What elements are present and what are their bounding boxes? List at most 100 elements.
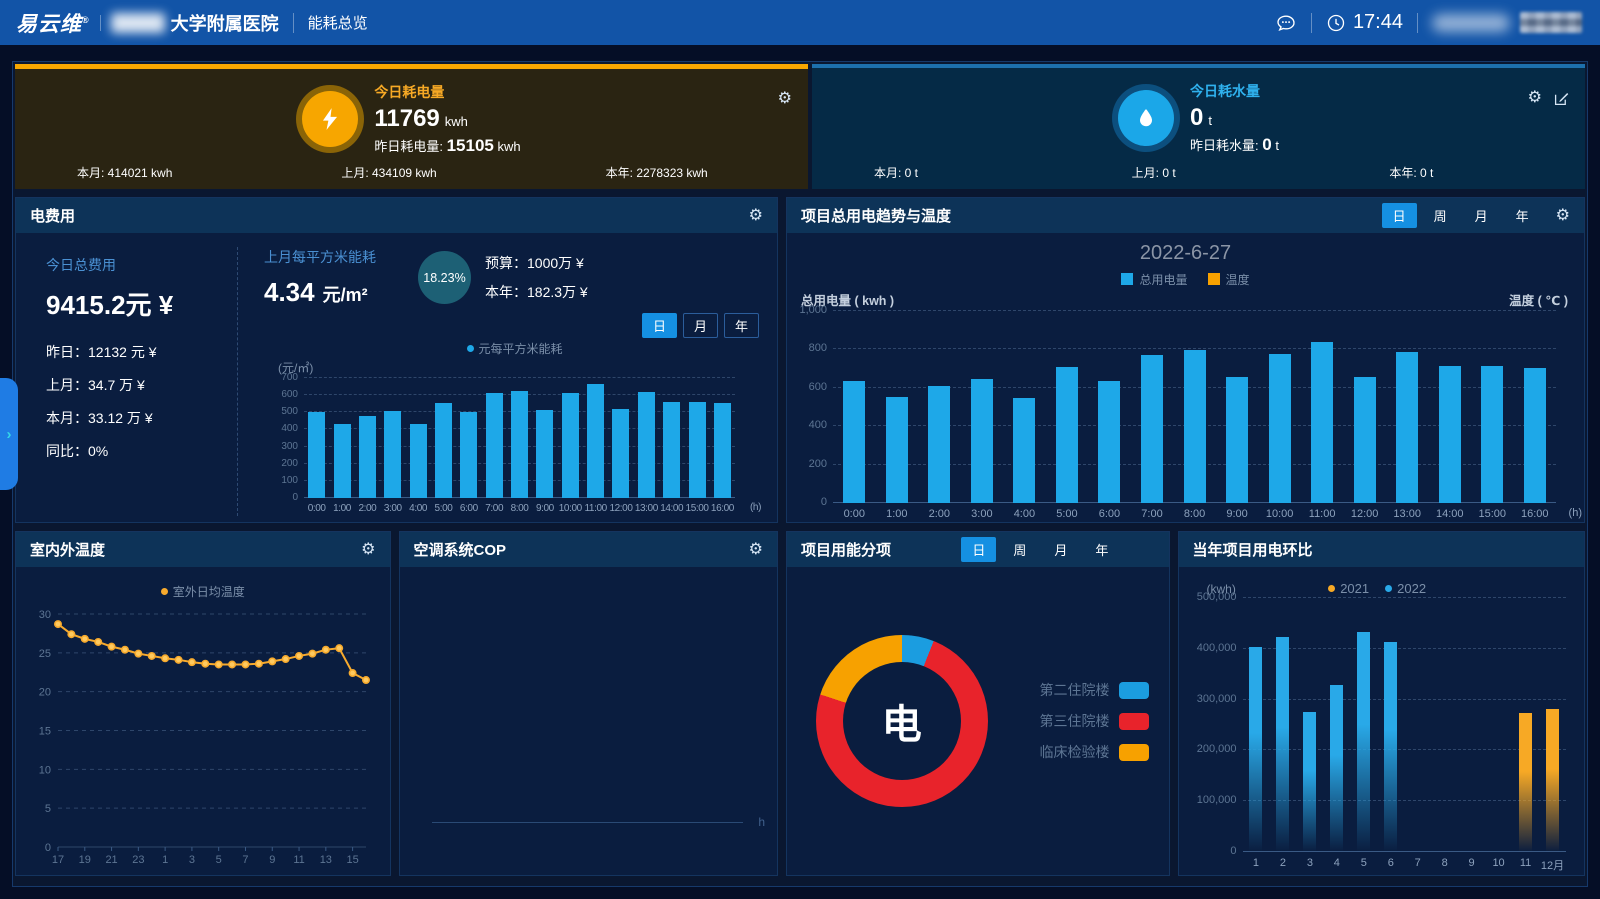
gear-icon[interactable]: ⚙: [1556, 208, 1570, 224]
divider: [1417, 13, 1418, 33]
svg-text:30: 30: [39, 609, 51, 621]
trend-tab-group: 日 周 月 年: [1382, 203, 1540, 228]
cost-row: 上月：34.7 万 ¥: [46, 375, 237, 395]
legend-swatch: [1208, 273, 1220, 285]
svg-text:5: 5: [45, 803, 51, 815]
svg-text:7: 7: [242, 854, 248, 866]
legend-swatch: [1121, 273, 1133, 285]
panel-title: 室内外温度: [30, 539, 105, 560]
hospital-name-redacted: [111, 13, 165, 33]
stat-year: 本年: 0 t: [1327, 164, 1585, 181]
lightning-icon: [302, 91, 358, 147]
dashboard-content: 今日耗电量 11769kwh 昨日耗电量: 15105 kwh 本月: 4140…: [12, 61, 1588, 887]
cop-panel: 空调系统COP ⚙ h: [399, 531, 779, 876]
gear-icon[interactable]: ⚙: [1528, 90, 1542, 106]
tab-year[interactable]: 年: [724, 313, 759, 338]
svg-text:1: 1: [162, 854, 168, 866]
hospital-name: 大学附属医院: [171, 10, 279, 36]
card-yesterday: 昨日耗电量: 15105 kwh: [374, 136, 520, 156]
cost-bar-chart: 01002003004005006007000:001:002:003:004:…: [264, 376, 765, 516]
cost-row: 本月：33.12 万 ¥: [46, 408, 237, 428]
tab-month[interactable]: 月: [683, 313, 718, 338]
donut-legend: 第二住院楼 第三住院楼 临床检验楼: [1017, 567, 1169, 875]
tab-year[interactable]: 年: [1505, 203, 1540, 228]
panel-title: 电费用: [30, 205, 75, 226]
clock-icon: [1326, 13, 1346, 33]
stat-month: 本月: 414021 kwh: [15, 164, 279, 181]
svg-text:20: 20: [39, 687, 51, 699]
gear-icon[interactable]: ⚙: [749, 208, 763, 224]
budget-total: 预算：1000万 ¥: [485, 253, 588, 273]
budget-year: 本年：182.3万 ¥: [485, 282, 588, 302]
card-value: 11769: [374, 105, 439, 132]
temperature-line-chart: 0510152025301719212313579111315: [22, 604, 378, 871]
divider: [100, 15, 101, 31]
cost-row: 昨日：12132 元 ¥: [46, 342, 237, 362]
gear-icon[interactable]: ⚙: [749, 542, 763, 558]
breakdown-tab-group: 日 周 月 年: [961, 537, 1119, 562]
yoy-panel: 当年项目用电环比 (kwh) 2021 2022 0100,000200,000…: [1178, 531, 1585, 876]
nav-energy-overview[interactable]: 能耗总览: [308, 12, 368, 33]
trend-bar-chart: 02004006008001,0000:001:002:003:004:005:…: [787, 309, 1584, 522]
stat-lastmonth: 上月: 0 t: [1070, 164, 1328, 181]
tab-month[interactable]: 月: [1464, 203, 1499, 228]
edit-icon[interactable]: [1554, 91, 1569, 106]
divider: [293, 13, 294, 33]
svg-text:25: 25: [39, 648, 51, 660]
panel-title: 空调系统COP: [414, 539, 507, 560]
brand-logo: 易云维®: [16, 8, 90, 38]
chart-legend: 2021 2022: [1328, 581, 1426, 596]
svg-text:5: 5: [216, 854, 222, 866]
temperature-panel: 室内外温度 ⚙ 室外日均温度 0510152025301719212313579…: [15, 531, 391, 876]
tab-week[interactable]: 周: [1423, 203, 1458, 228]
svg-text:21: 21: [105, 854, 117, 866]
svg-text:3: 3: [189, 854, 195, 866]
card-value: 0: [1190, 104, 1203, 131]
water-drop-icon: [1118, 90, 1174, 146]
user-avatar-redacted[interactable]: [1520, 12, 1582, 33]
panel-title: 项目总用电趋势与温度: [801, 205, 951, 226]
y-axis-label-right: 温度 ( ℃ ): [1509, 290, 1568, 309]
sqm-value: 4.34元/m²: [264, 277, 376, 308]
svg-text:9: 9: [269, 854, 275, 866]
tab-day[interactable]: 日: [1382, 203, 1417, 228]
user-info-redacted[interactable]: [1432, 14, 1510, 32]
tab-day[interactable]: 日: [961, 537, 996, 562]
chart-date: 2022-6-27: [787, 242, 1584, 265]
svg-text:0: 0: [45, 842, 51, 854]
message-icon[interactable]: [1275, 12, 1297, 34]
panel-title: 当年项目用电环比: [1193, 539, 1313, 560]
sqm-label: 上月每平方米能耗: [264, 247, 376, 267]
gear-icon[interactable]: ⚙: [778, 91, 792, 107]
card-stats: 本月: 0 t 上月: 0 t 本年: 0 t: [812, 164, 1585, 181]
card-title: 今日耗电量: [374, 82, 520, 102]
tab-week[interactable]: 周: [1002, 537, 1037, 562]
energy-donut-chart: 电: [787, 567, 1017, 875]
legend-chip: [1119, 744, 1149, 761]
tab-year[interactable]: 年: [1084, 537, 1119, 562]
svg-text:11: 11: [293, 854, 304, 866]
today-cost-value: 9415.2元 ¥: [46, 285, 237, 322]
yoy-bar-chart: 0100,000200,000300,000400,000500,0001234…: [1179, 596, 1584, 875]
tab-day[interactable]: 日: [642, 313, 677, 338]
empty-chart-axis: [432, 822, 744, 823]
water-today-card: 今日耗水量 0t 昨日耗水量: 0 t 本月: 0 t 上月: 0 t 本年: …: [812, 64, 1585, 189]
svg-text:13: 13: [320, 854, 332, 866]
svg-text:15: 15: [39, 726, 51, 738]
gear-icon[interactable]: ⚙: [361, 542, 375, 558]
cost-panel: 电费用 ⚙ 今日总费用 9415.2元 ¥ 昨日：12132 元 ¥ 上月：34…: [15, 197, 778, 523]
breakdown-panel: 项目用能分项 日 周 月 年 电 第二住院楼 第三住院楼 临床检验楼: [786, 531, 1170, 876]
today-cost-label: 今日总费用: [46, 255, 237, 275]
card-stats: 本月: 414021 kwh 上月: 434109 kwh 本年: 227832…: [15, 164, 808, 181]
chart-legend: 室外日均温度: [16, 583, 390, 600]
side-drawer-handle[interactable]: ›: [0, 378, 18, 490]
legend-dot: [1385, 585, 1392, 592]
card-yesterday: 昨日耗水量: 0 t: [1190, 135, 1279, 155]
cost-row: 同比：0%: [46, 441, 237, 461]
clock: 17:44: [1326, 11, 1403, 34]
chart-legend: 总用电量 温度: [787, 271, 1584, 288]
svg-text:10: 10: [39, 764, 51, 776]
svg-text:17: 17: [52, 854, 64, 866]
tab-month[interactable]: 月: [1043, 537, 1078, 562]
svg-text:15: 15: [346, 854, 358, 866]
